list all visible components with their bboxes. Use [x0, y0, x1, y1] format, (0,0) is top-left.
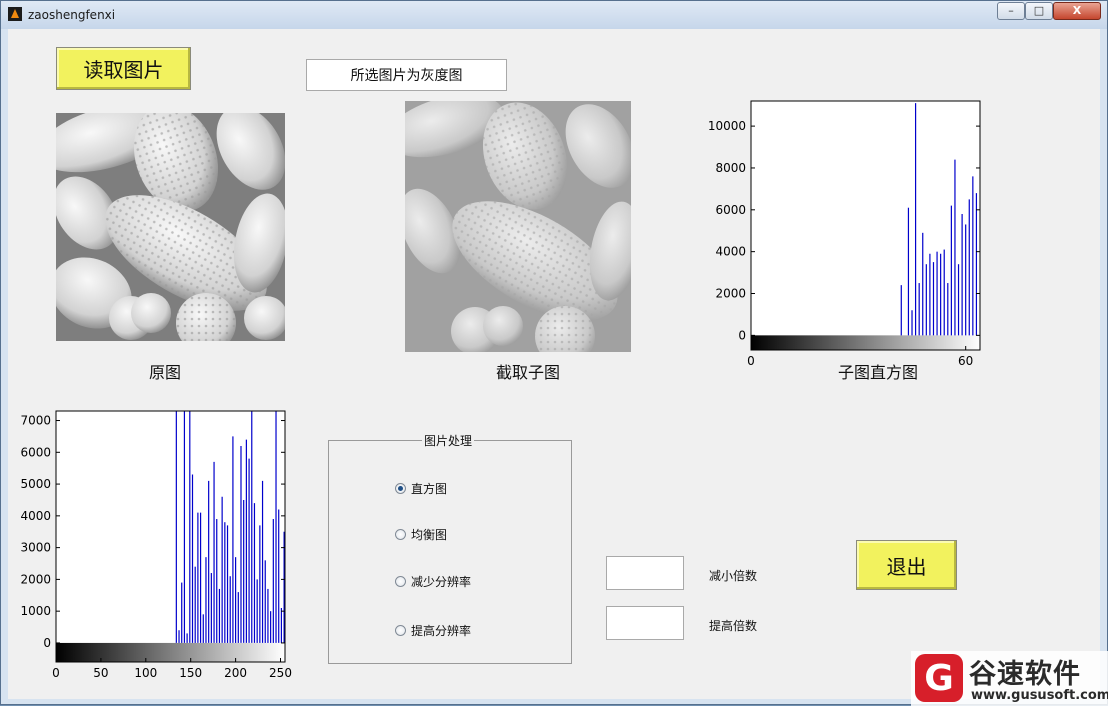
radio-button-selected-icon[interactable] — [395, 483, 406, 494]
y-tick-label: 2000 — [20, 572, 51, 586]
main-histogram-chart: 0 1000 2000 3000 4000 5000 6000 7000 0 50 100 150 20… — [20, 410, 292, 680]
radio-button-icon[interactable] — [395, 625, 406, 636]
pollen-grains-crop — [405, 101, 631, 352]
increase-factor-label: 提高倍数 — [709, 619, 758, 633]
x-tick-label: 200 — [224, 666, 247, 680]
radio-reduce-resolution-label: 减少分辨率 — [411, 575, 472, 589]
radio-equalized-label: 均衡图 — [411, 528, 448, 542]
x-tick-label: 50 — [93, 666, 108, 680]
reduce-factor-input[interactable] — [606, 556, 684, 590]
exit-button[interactable]: 退出 — [856, 540, 957, 590]
y-tick-label: 3000 — [20, 541, 51, 555]
radio-histogram-label: 直方图 — [411, 482, 448, 496]
original-image — [56, 113, 285, 341]
close-button[interactable]: X — [1053, 2, 1101, 20]
y-tick-label: 1000 — [20, 604, 51, 618]
increase-factor-input[interactable] — [606, 606, 684, 640]
cropped-image — [405, 101, 631, 352]
sub-histogram-chart: 0 2000 4000 6000 8000 10000 0 60 — [708, 100, 981, 368]
x-tick-label: 250 — [269, 666, 292, 680]
plot-area — [56, 411, 285, 662]
pollen-grains-image — [56, 113, 285, 341]
app-window: zaoshengfenxi – □ X 读取图片 所选图片为灰度图 0 2000… — [0, 0, 1108, 706]
window-title: zaoshengfenxi — [28, 8, 116, 22]
minimize-button[interactable]: – — [997, 2, 1025, 20]
y-tick-label: 0 — [43, 636, 51, 650]
maximize-button[interactable]: □ — [1025, 2, 1053, 20]
x-tick-label: 60 — [958, 354, 973, 368]
radio-increase-resolution-label: 提高分辨率 — [411, 624, 472, 638]
read-image-button[interactable]: 读取图片 — [56, 47, 191, 90]
radio-button-icon[interactable] — [395, 576, 406, 587]
radio-histogram[interactable]: 直方图 — [395, 480, 447, 497]
watermark-url: www.gususoft.com — [971, 688, 1108, 703]
watermark-logo: G — [915, 654, 963, 702]
y-tick-label: 5000 — [20, 477, 51, 491]
grayscale-colorbar — [751, 335, 980, 350]
figure-client-area: 读取图片 所选图片为灰度图 0 2000 4000 6000 8000 1000… — [8, 29, 1100, 699]
matlab-icon — [8, 7, 22, 21]
y-tick-label: 7000 — [20, 414, 51, 428]
title-bar[interactable]: zaoshengfenxi – □ X — [1, 1, 1107, 29]
grayscale-colorbar — [56, 642, 285, 662]
y-tick-label: 4000 — [20, 509, 51, 523]
original-image-caption: 原图 — [148, 363, 181, 382]
image-processing-panel: 图片处理 直方图 均衡图 减少分辨率 提高分辨率 — [328, 432, 572, 664]
radio-increase-resolution[interactable]: 提高分辨率 — [395, 622, 471, 639]
y-tick-label: 2000 — [715, 287, 746, 301]
x-tick-label: 100 — [134, 666, 157, 680]
y-tick-label: 10000 — [708, 119, 746, 133]
radio-equalized[interactable]: 均衡图 — [395, 526, 447, 543]
cropped-image-caption: 截取子图 — [495, 363, 560, 382]
y-tick-label: 8000 — [715, 161, 746, 175]
sub-histogram-caption: 子图直方图 — [837, 363, 918, 382]
radio-reduce-resolution[interactable]: 减少分辨率 — [395, 573, 471, 590]
y-tick-label: 0 — [738, 328, 746, 342]
y-tick-label: 4000 — [715, 245, 746, 259]
plot-area — [751, 101, 980, 350]
image-type-status: 所选图片为灰度图 — [306, 59, 507, 91]
sub-histogram-axes: 0 2000 4000 6000 8000 10000 0 60 — [698, 97, 998, 377]
x-tick-label: 150 — [179, 666, 202, 680]
y-tick-label: 6000 — [20, 445, 51, 459]
x-tick-label: 0 — [747, 354, 755, 368]
y-tick-label: 6000 — [715, 203, 746, 217]
watermark: G 谷速软件 www.gususoft.com — [911, 651, 1108, 706]
panel-title: 图片处理 — [422, 432, 475, 449]
radio-button-icon[interactable] — [395, 529, 406, 540]
reduce-factor-label: 减小倍数 — [709, 569, 758, 583]
main-histogram-axes: 0 1000 2000 3000 4000 5000 6000 7000 0 50 100 150 20… — [13, 407, 303, 687]
watermark-title: 谷速软件 — [969, 659, 1081, 690]
x-tick-label: 0 — [52, 666, 60, 680]
